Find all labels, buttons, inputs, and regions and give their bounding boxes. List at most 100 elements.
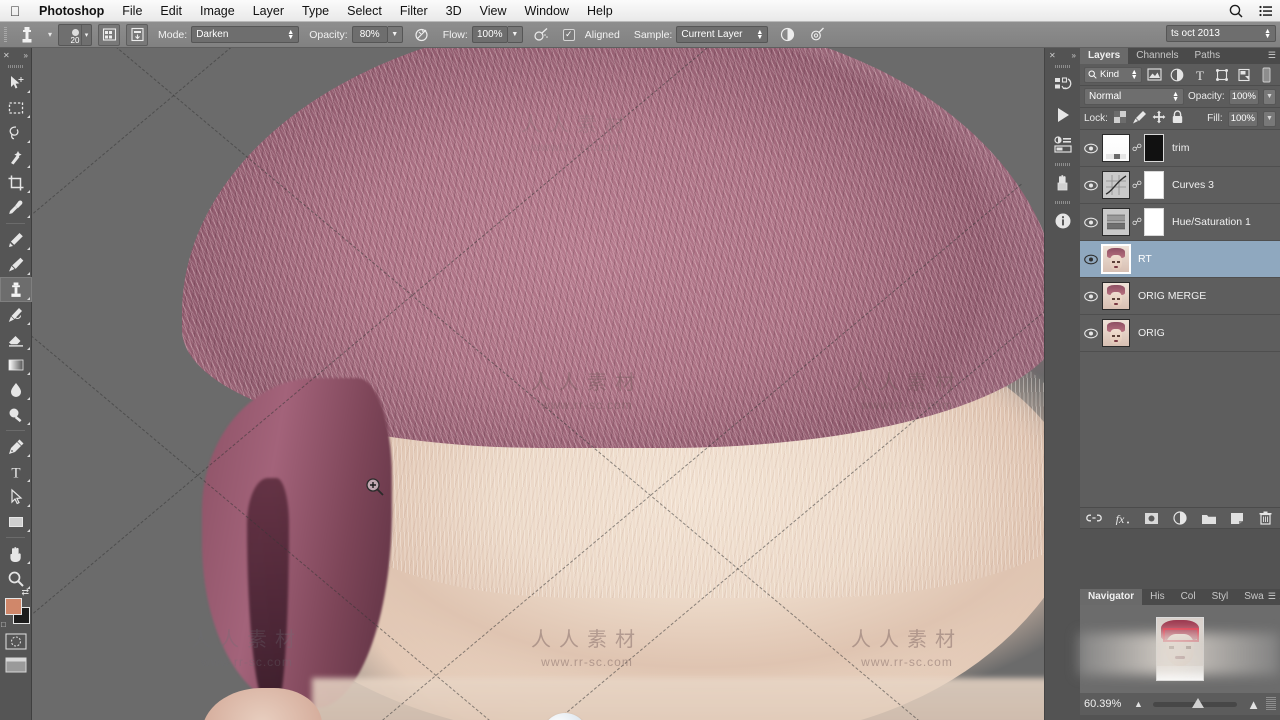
blend-mode-select[interactable]: Darken ▲ ▼ (191, 26, 300, 43)
layer-mask-link-icon[interactable]: ☍ (1130, 217, 1144, 228)
brush-picker-caret-icon[interactable]: ▾ (81, 24, 91, 45)
lock-image-pixels-icon[interactable] (1132, 110, 1147, 127)
aligned-checkbox[interactable]: ✓ (562, 28, 575, 41)
tab-navigator[interactable]: Navigator (1080, 589, 1143, 605)
filter-pixel-layers-icon[interactable] (1146, 66, 1164, 84)
apple-logo-icon[interactable]:  (0, 4, 30, 18)
layer-mask-link-icon[interactable]: ☍ (1130, 143, 1144, 154)
tab-history[interactable]: His (1142, 589, 1173, 605)
lock-position-icon[interactable] (1152, 110, 1166, 127)
tab-layers[interactable]: Layers (1080, 48, 1129, 64)
swap-colors-icon[interactable]: ⇄ (21, 587, 29, 598)
layer-row-rt[interactable]: RT (1080, 241, 1280, 278)
toggle-brush-panel-button[interactable] (98, 23, 120, 46)
layer-visibility-toggle[interactable] (1080, 130, 1102, 167)
type-tool[interactable]: T (0, 459, 32, 484)
opacity-dropdown-icon[interactable]: ▼ (387, 26, 403, 43)
filter-type-layers-icon[interactable]: T (1190, 66, 1208, 84)
layer-mask-thumbnail[interactable] (1144, 171, 1164, 199)
layer-mask-link-icon[interactable]: ☍ (1130, 180, 1144, 191)
workspace-select[interactable]: ts oct 2013 ▲ ▼ (1166, 25, 1276, 42)
adjustment-layer-icon[interactable] (1171, 509, 1189, 527)
menu-item-edit[interactable]: Edit (151, 0, 191, 22)
dock-header[interactable]: ✕ » (1045, 48, 1080, 62)
layer-name[interactable]: ORIG MERGE (1138, 290, 1206, 302)
move-tool[interactable] (0, 70, 32, 95)
eyedropper-tool[interactable] (0, 195, 32, 220)
layer-name[interactable]: RT (1138, 253, 1152, 265)
new-group-icon[interactable] (1200, 509, 1218, 527)
layer-visibility-toggle[interactable] (1080, 278, 1102, 315)
default-colors-icon[interactable]: □ (1, 620, 6, 629)
options-bar-grip[interactable] (0, 22, 10, 48)
shape-tool[interactable] (0, 509, 32, 534)
healing-brush-tool[interactable] (0, 227, 32, 252)
search-icon[interactable] (1228, 3, 1244, 19)
filter-adjustment-layers-icon[interactable] (1168, 66, 1186, 84)
menu-item-type[interactable]: Type (293, 0, 338, 22)
layer-thumbnail[interactable] (1102, 134, 1130, 162)
filter-toggle-switch[interactable] (1258, 66, 1276, 84)
hue-saturation-adjustment-icon[interactable] (1102, 208, 1130, 236)
workspace-switcher[interactable]: ts oct 2013 ▲ ▼ (1166, 25, 1276, 42)
actions-play-icon[interactable] (1045, 100, 1081, 130)
menu-item-help[interactable]: Help (578, 0, 622, 22)
toolbox-grip[interactable] (0, 62, 31, 70)
layers-panel-menu-icon[interactable]: ☰ (1268, 50, 1276, 61)
tab-channels[interactable]: Channels (1128, 48, 1187, 64)
zoom-slider-knob[interactable] (1192, 697, 1205, 708)
layer-visibility-toggle[interactable] (1080, 315, 1102, 352)
dodge-tool[interactable] (0, 402, 32, 427)
brush-tool[interactable] (0, 252, 32, 277)
lasso-tool[interactable] (0, 120, 32, 145)
layer-visibility-toggle[interactable] (1080, 167, 1102, 204)
menu-item-3d[interactable]: 3D (437, 0, 471, 22)
layer-mask-thumbnail[interactable] (1144, 134, 1164, 162)
ignore-adjustment-layers-icon[interactable] (776, 24, 798, 46)
dock-grip[interactable] (1045, 62, 1080, 70)
layer-row-orig[interactable]: ORIG (1080, 315, 1280, 352)
layer-name[interactable]: trim (1172, 142, 1190, 154)
gradient-tool[interactable] (0, 352, 32, 377)
new-layer-icon[interactable] (1228, 509, 1246, 527)
layer-thumbnail[interactable] (1102, 282, 1130, 310)
navigator-panel-menu-icon[interactable]: ☰ (1268, 591, 1276, 602)
layer-thumbnail[interactable] (1102, 319, 1130, 347)
menu-item-file[interactable]: File (113, 0, 151, 22)
sample-select[interactable]: Current Layer ▲ ▼ (676, 26, 769, 43)
mini-bridge-icon[interactable] (1045, 168, 1081, 198)
screen-mode-button[interactable] (0, 653, 32, 677)
eraser-tool[interactable] (0, 327, 32, 352)
layer-mask-thumbnail[interactable] (1144, 208, 1164, 236)
layer-blend-mode-select[interactable]: Normal ▲ ▼ (1084, 88, 1184, 105)
layer-fill-value[interactable]: 100% (1227, 110, 1258, 127)
menu-item-image[interactable]: Image (191, 0, 244, 22)
pen-tool[interactable] (0, 434, 32, 459)
clone-stamp-icon[interactable] (10, 23, 44, 47)
dock-expand-icon[interactable]: » (1072, 51, 1076, 60)
menu-item-layer[interactable]: Layer (244, 0, 293, 22)
layer-opacity-dropdown-icon[interactable]: ▼ (1263, 88, 1276, 105)
toggle-clone-source-panel-button[interactable] (126, 23, 148, 46)
layer-row-trim[interactable]: ☍ trim (1080, 130, 1280, 167)
layer-name[interactable]: Hue/Saturation 1 (1172, 216, 1251, 228)
path-selection-tool[interactable] (0, 484, 32, 509)
tab-color[interactable]: Col (1172, 589, 1204, 605)
layer-row-hue-saturation-1[interactable]: ☍ Hue/Saturation 1 (1080, 204, 1280, 241)
layer-fill-dropdown-icon[interactable]: ▼ (1263, 110, 1276, 127)
menu-item-filter[interactable]: Filter (391, 0, 437, 22)
lock-transparent-pixels-icon[interactable] (1113, 110, 1127, 127)
quick-mask-button[interactable] (0, 629, 32, 653)
link-layers-icon[interactable] (1085, 509, 1103, 527)
layer-row-orig-merge[interactable]: ORIG MERGE (1080, 278, 1280, 315)
add-mask-icon[interactable] (1142, 509, 1160, 527)
menu-item-window[interactable]: Window (516, 0, 578, 22)
layer-name[interactable]: ORIG (1138, 327, 1165, 339)
layer-visibility-toggle[interactable] (1080, 241, 1102, 278)
toolbox-header[interactable]: ✕ » (0, 48, 31, 62)
crop-tool[interactable] (0, 170, 32, 195)
history-icon[interactable] (1045, 70, 1081, 100)
blur-tool[interactable] (0, 377, 32, 402)
list-icon[interactable] (1258, 3, 1274, 19)
marquee-tool[interactable] (0, 95, 32, 120)
